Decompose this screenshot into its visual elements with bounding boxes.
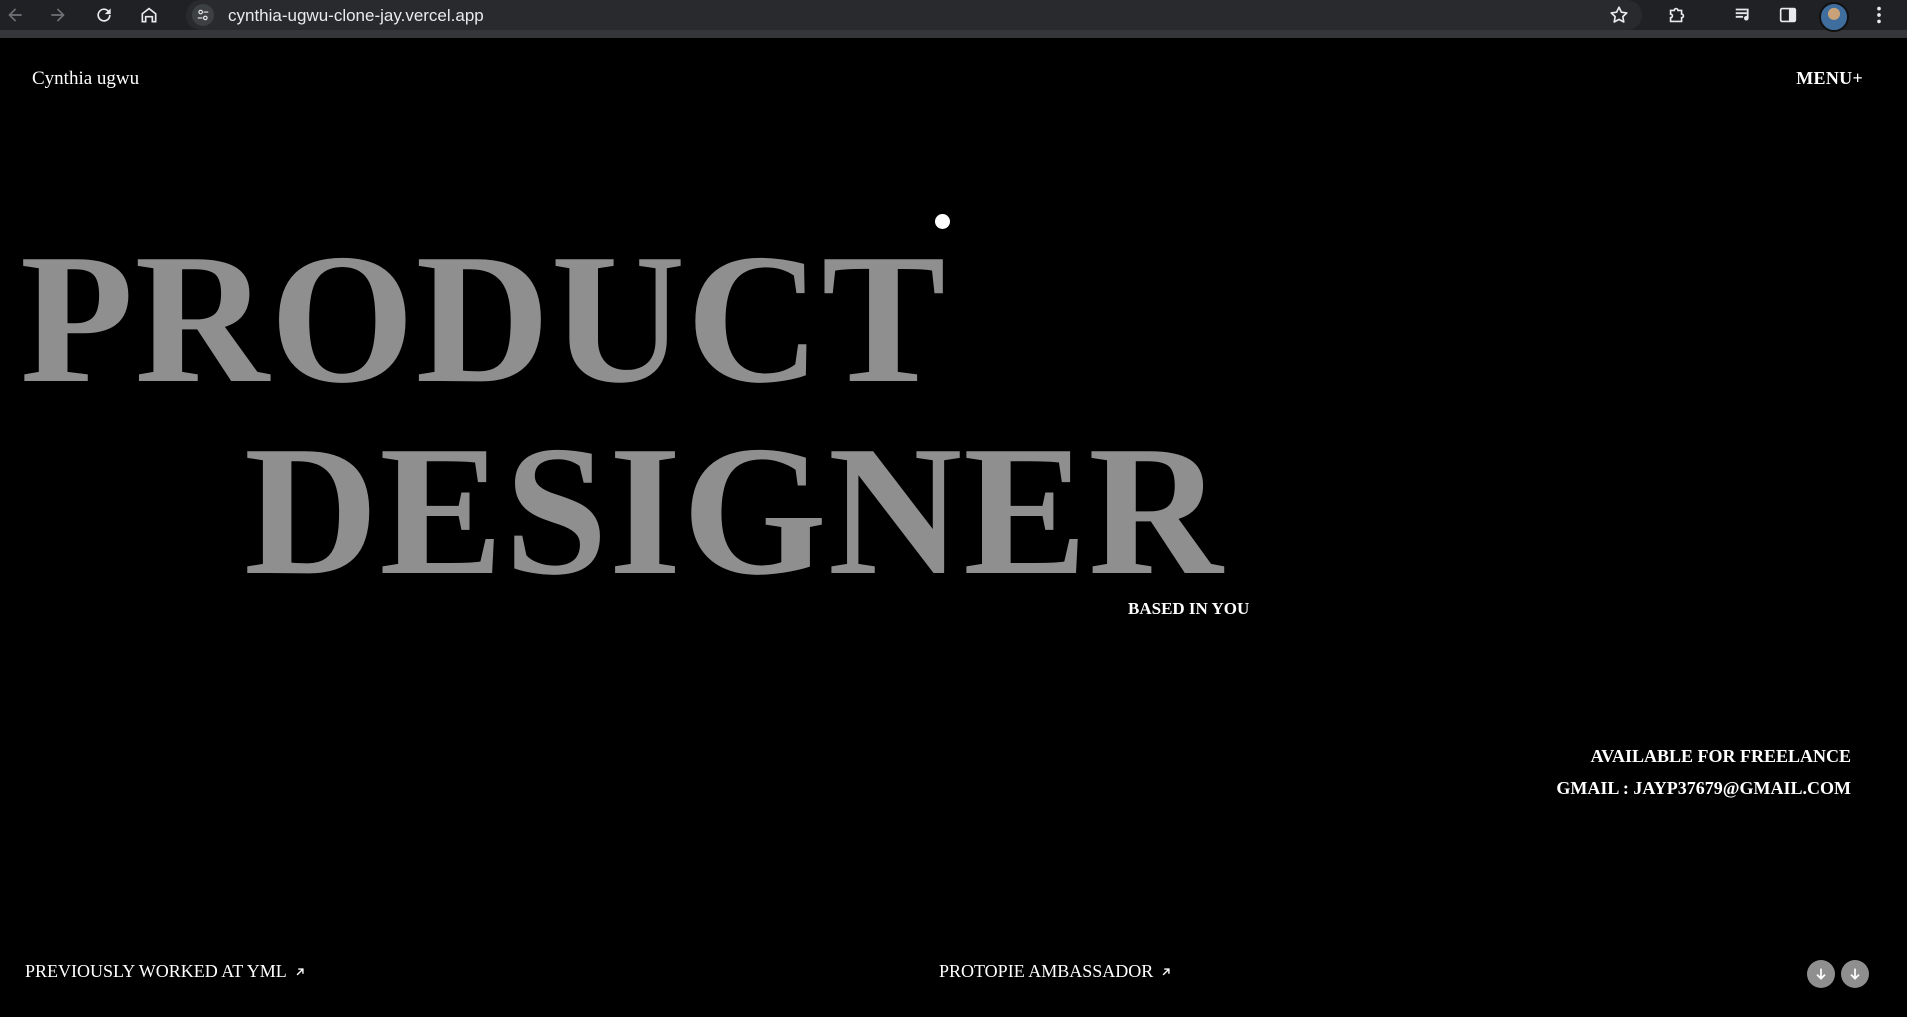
contact-block: AVAILABLE FOR FREELANCE GMAIL : JAYP3767… [1556,740,1851,804]
scroll-down-button[interactable] [1807,960,1835,988]
site-settings-icon[interactable] [192,4,214,26]
protopie-ambassador-link[interactable]: PROTOPIE AMBASSADOR [939,961,1173,982]
hero-subtitle: BASED IN YOU [1128,599,1250,618]
scroll-down-button-2[interactable] [1841,960,1869,988]
arrow-up-right-icon [296,967,304,975]
arrow-down-icon [1850,968,1860,980]
menu-button[interactable]: MENU+ [1796,68,1863,89]
extensions-icon[interactable] [1666,4,1688,26]
url-text[interactable]: cynthia-ugwu-clone-jay.vercel.app [228,6,484,26]
brand-logo-link[interactable]: Cynthia ugwu [32,68,139,90]
protopie-ambassador-label: PROTOPIE AMBASSADOR [939,961,1154,981]
previous-work-link[interactable]: PREVIOUSLY WORKED AT YML [25,961,307,982]
arrow-up-right-icon [1162,967,1170,975]
address-bar[interactable]: cynthia-ugwu-clone-jay.vercel.app [186,0,1642,30]
forward-arrow-icon[interactable] [47,4,69,26]
media-controls-icon[interactable] [1733,4,1755,26]
home-icon[interactable] [138,4,160,26]
back-arrow-icon[interactable] [4,4,26,26]
availability-text: AVAILABLE FOR FREELANCE [1590,746,1851,766]
browser-toolbar: cynthia-ugwu-clone-jay.vercel.app [0,0,1907,38]
profile-avatar[interactable] [1819,2,1849,32]
previous-work-label: PREVIOUSLY WORKED AT YML [25,961,287,981]
custom-cursor-dot [935,214,950,229]
more-menu-icon[interactable] [1868,4,1890,26]
reload-icon[interactable] [93,4,115,26]
side-panel-icon[interactable] [1777,4,1799,26]
arrow-down-icon [1816,968,1826,980]
email-text[interactable]: GMAIL : JAYP37679@GMAIL.COM [1556,772,1851,804]
hero-title-line-2: DESIGNER [244,408,1224,614]
page-content: Cynthia ugwu MENU+ PRODUCT DESIGNER BASE… [0,38,1907,1017]
bookmark-star-icon[interactable] [1608,4,1630,26]
hero-title-line-1: PRODUCT [20,216,947,422]
